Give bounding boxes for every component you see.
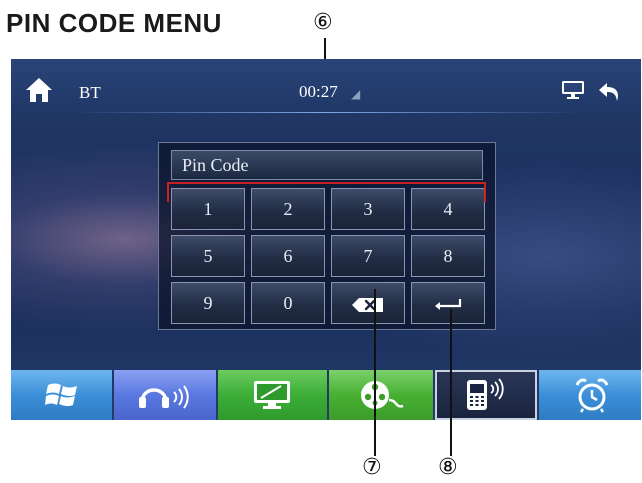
signal-mark: ◢ — [351, 87, 361, 101]
page-heading: PIN CODE MENU — [6, 8, 222, 38]
pin-code-field[interactable]: Pin Code — [171, 150, 483, 180]
key-3[interactable]: 3 — [331, 188, 405, 230]
key-7[interactable]: 7 — [331, 235, 405, 277]
callout-7-leader — [374, 289, 376, 456]
key-1[interactable]: 1 — [171, 188, 245, 230]
key-4[interactable]: 4 — [411, 188, 485, 230]
backspace-icon — [352, 297, 383, 312]
key-5[interactable]: 5 — [171, 235, 245, 277]
dock-windows-button[interactable] — [11, 370, 112, 420]
key-2[interactable]: 2 — [251, 188, 325, 230]
back-arrow-icon[interactable] — [597, 81, 623, 103]
alarm-clock-icon — [575, 378, 609, 413]
status-bar: BT 00:27 ◢ — [11, 59, 641, 115]
pin-code-label: Pin Code — [182, 155, 249, 175]
enter-key[interactable] — [411, 282, 485, 324]
home-icon[interactable] — [25, 77, 53, 103]
clock-time: 00:27 — [299, 82, 338, 101]
head-unit-screen: BT 00:27 ◢ Pin Code 1 2 3 4 5 6 7 8 9 0 — [11, 59, 641, 420]
display-icon[interactable] — [561, 80, 585, 100]
callout-7: ⑦ — [362, 455, 382, 480]
key-9[interactable]: 9 — [171, 282, 245, 324]
callout-6: ⑥ — [313, 10, 333, 35]
pin-keypad: Pin Code 1 2 3 4 5 6 7 8 9 0 — [158, 142, 496, 330]
windows-icon — [45, 383, 77, 407]
dock-audio-button[interactable] — [114, 370, 216, 420]
key-8[interactable]: 8 — [411, 235, 485, 277]
dock-alarm-button[interactable] — [539, 370, 641, 420]
dock-display-button[interactable] — [218, 370, 327, 420]
video-reel-icon — [361, 381, 404, 409]
backspace-key[interactable] — [331, 282, 405, 324]
callout-8: ⑧ — [438, 455, 458, 480]
monitor-icon — [254, 381, 290, 409]
key-0[interactable]: 0 — [251, 282, 325, 324]
bt-phone-icon — [467, 378, 504, 410]
status-divider — [71, 112, 581, 113]
app-dock — [11, 370, 641, 420]
source-label: BT — [79, 83, 101, 102]
enter-icon — [435, 298, 462, 310]
callout-8-leader — [450, 309, 452, 456]
dock-video-button[interactable] — [329, 370, 433, 420]
headphones-icon — [139, 385, 189, 409]
key-6[interactable]: 6 — [251, 235, 325, 277]
